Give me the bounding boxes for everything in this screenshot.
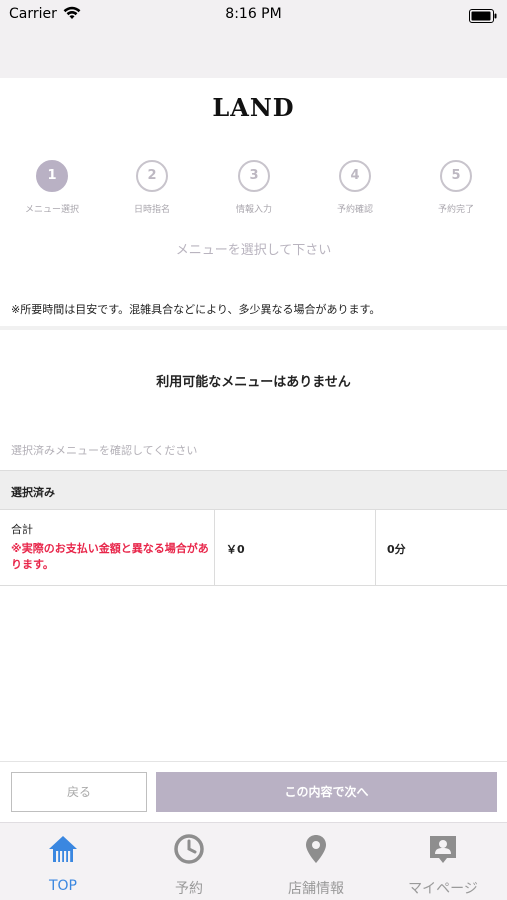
- duration-notice: ※所要時間は目安です。混雑具合などにより、多少異なる場合があります。: [11, 303, 381, 316]
- total-price: ￥0: [226, 543, 245, 556]
- step-confirm: 4 予約確認: [310, 160, 400, 215]
- location-pin-icon: [300, 833, 332, 865]
- tab-label: 店舗情報: [288, 881, 344, 897]
- step-label: 日時指名: [133, 205, 170, 215]
- clock-icon: [173, 833, 205, 865]
- selected-header-label: 選択済み: [11, 486, 55, 499]
- tab-label: マイページ: [408, 881, 478, 897]
- duration-cell: 0分: [376, 510, 507, 585]
- back-button[interactable]: 戻る: [11, 772, 147, 812]
- step-complete: 5 予約完了: [411, 160, 501, 215]
- tab-label: 予約: [175, 881, 203, 897]
- clock-time: 8:16 PM: [225, 6, 282, 22]
- tab-top[interactable]: TOP: [0, 823, 126, 900]
- tab-mypage[interactable]: マイページ: [380, 823, 506, 900]
- footer-divider: [0, 761, 507, 762]
- battery-icon: [469, 8, 497, 27]
- step-label: 予約完了: [437, 205, 474, 215]
- brand-logo: LAND: [212, 93, 295, 122]
- navigation-bar: [0, 30, 507, 78]
- user-badge-icon: [427, 833, 459, 865]
- step-datetime: 2 日時指名: [107, 160, 197, 215]
- step-label: 情報入力: [235, 205, 272, 215]
- step-menu-select: 1 メニュー選択: [7, 160, 97, 215]
- section-divider: [0, 326, 507, 330]
- status-bar: Carrier 8:16 PM: [0, 0, 507, 30]
- tab-store-info[interactable]: 店舗情報: [253, 823, 379, 900]
- next-button[interactable]: この内容で次へ: [156, 772, 497, 812]
- step-label: メニュー選択: [24, 205, 79, 215]
- step-number: 1: [36, 160, 68, 192]
- instruction-text: メニューを選択して下さい: [175, 243, 332, 258]
- step-number: 3: [238, 160, 270, 192]
- tab-label: TOP: [48, 878, 77, 894]
- tab-bar: TOP 予約 店舗情報 マイページ: [0, 822, 507, 900]
- price-cell: ￥0: [215, 510, 376, 585]
- total-label: 合計: [11, 523, 33, 536]
- total-cell: 合計 ※実際のお支払い金額と異なる場合があります。: [0, 510, 215, 585]
- price-warning: ※実際のお支払い金額と異なる場合があります。: [11, 542, 209, 571]
- home-icon: [47, 833, 79, 865]
- step-label: 予約確認: [336, 205, 373, 215]
- step-info-input: 3 情報入力: [209, 160, 299, 215]
- confirm-hint: 選択済みメニューを確認してください: [11, 444, 198, 457]
- step-number: 5: [440, 160, 472, 192]
- total-duration: 0分: [387, 543, 406, 556]
- step-number: 2: [136, 160, 168, 192]
- summary-row: 合計 ※実際のお支払い金額と異なる場合があります。 ￥0 0分: [0, 510, 507, 586]
- tab-reservation[interactable]: 予約: [126, 823, 252, 900]
- step-number: 4: [339, 160, 371, 192]
- empty-menu-message: 利用可能なメニューはありません: [156, 375, 351, 390]
- selected-header: 選択済み: [0, 470, 507, 510]
